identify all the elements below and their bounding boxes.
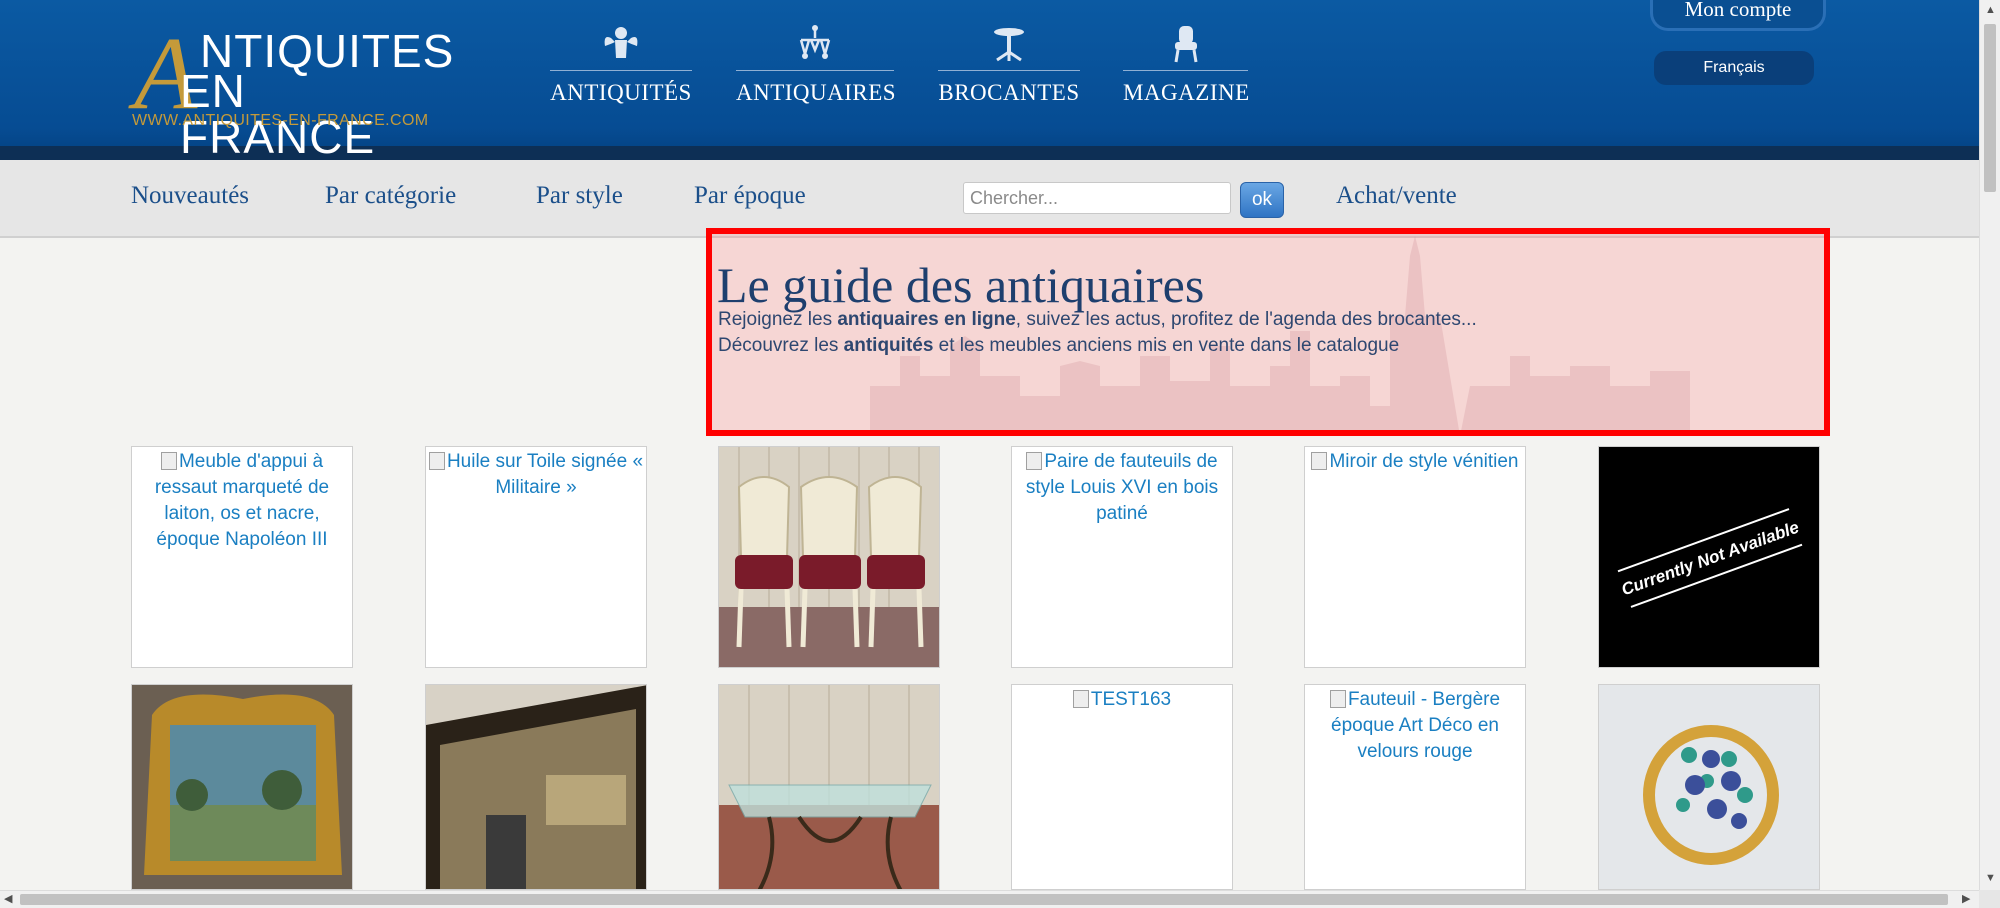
vertical-scrollbar[interactable]: ▲ ▼ [1979,0,2000,890]
cherub-icon [599,24,643,64]
account-button[interactable]: Mon compte [1650,0,1826,31]
product-card[interactable]: Miroir de style vénitien [1304,446,1526,668]
scroll-up-icon[interactable]: ▲ [1985,4,1996,16]
product-image-alt: Paire de fauteuils de style Louis XVI en… [1025,451,1219,524]
nav-magazine[interactable]: MAGAZINE [1123,24,1250,114]
product-image-alt: Fauteuil - Bergère époque Art Déco en ve… [1331,689,1501,762]
language-selector[interactable]: Français [1654,51,1814,85]
broken-image-icon [428,452,445,470]
site-header: A NTIQUITES EN FRANCE WWW.ANTIQUITES-EN-… [0,0,1979,160]
product-image-alt: TEST163 [1090,689,1172,710]
product-card[interactable]: Meuble d'appui à ressaut marqueté de lai… [131,446,353,668]
gilded-mirror-photo [132,685,352,889]
product-card[interactable]: Currently Not Available [1598,446,1820,668]
scroll-left-icon[interactable]: ◀ [4,893,12,905]
nav-brocantes-label: BROCANTES [938,80,1080,105]
nav-magazine-label: MAGAZINE [1123,80,1250,105]
product-image-alt: Huile sur Toile signée « Militaire » [446,451,644,498]
horizontal-scroll-thumb[interactable] [20,894,1948,905]
nav-antiquaires-label: ANTIQUAIRES [736,80,897,105]
nav-brocantes[interactable]: BROCANTES [938,24,1080,114]
product-card[interactable]: Fauteuil - Bergère époque Art Déco en ve… [1304,684,1526,890]
broken-image-icon [1311,452,1328,470]
product-card[interactable] [1598,684,1820,890]
chandelier-icon [793,24,837,64]
glass-table-photo [719,685,939,889]
nav-link-nouveautes[interactable]: Nouveautés [131,182,249,210]
product-image-alt: Miroir de style vénitien [1329,451,1519,472]
broken-image-icon [1026,452,1043,470]
nav-link-achat-vente[interactable]: Achat/vente [1336,182,1457,210]
site-logo[interactable]: A NTIQUITES EN FRANCE WWW.ANTIQUITES-EN-… [130,22,453,161]
product-image-alt: Meuble d'appui à ressaut marqueté de lai… [154,451,330,550]
nav-link-par-style[interactable]: Par style [536,182,623,210]
search-submit-button[interactable]: ok [1240,182,1284,218]
nav-link-par-categorie[interactable]: Par catégorie [325,182,456,210]
not-available-placeholder: Currently Not Available [1599,447,1819,667]
hero-intro-line-2: Découvrez les antiquités et les meubles … [718,335,1400,356]
secondary-nav: Nouveautés Par catégorie Par style Par é… [0,160,1979,238]
horizontal-scrollbar[interactable]: ◀ ▶ [0,890,1979,908]
hero-intro-line-1: Rejoignez les antiquaires en ligne, suiv… [718,309,1477,330]
pedestal-table-icon [987,24,1031,64]
ring-photo [1599,685,1819,889]
logo-url: WWW.ANTIQUITES-EN-FRANCE.COM [132,112,429,129]
nav-antiquaires[interactable]: ANTIQUAIRES [736,24,897,114]
product-card[interactable]: TEST163 [1011,684,1233,890]
scroll-down-icon[interactable]: ▼ [1985,872,1996,884]
nav-antiquites[interactable]: ANTIQUITÉS [550,24,692,114]
nav-antiquites-label: ANTIQUITÉS [550,80,692,105]
chairs-photo [719,447,939,667]
broken-image-icon [1329,690,1346,708]
armchair-icon [1164,24,1208,64]
page-title: Le guide des antiquaires [717,257,1205,313]
link-antiquaires-en-ligne[interactable]: antiquaires en ligne [837,309,1015,330]
scrollbar-corner [1979,890,2000,908]
product-card[interactable]: Huile sur Toile signée « Militaire » [425,446,647,668]
scroll-right-icon[interactable]: ▶ [1962,893,1970,905]
vertical-scroll-thumb[interactable] [1984,24,1996,192]
nav-link-par-epoque[interactable]: Par époque [694,182,806,210]
product-card[interactable] [425,684,647,890]
link-antiquites[interactable]: antiquités [844,335,934,356]
product-card[interactable] [718,446,940,668]
broken-image-icon [1072,690,1089,708]
broken-image-icon [160,452,177,470]
product-card[interactable] [131,684,353,890]
search-input[interactable] [963,182,1231,214]
mirror-photo [426,685,646,889]
product-card[interactable]: Paire de fauteuils de style Louis XVI en… [1011,446,1233,668]
product-card[interactable] [718,684,940,890]
